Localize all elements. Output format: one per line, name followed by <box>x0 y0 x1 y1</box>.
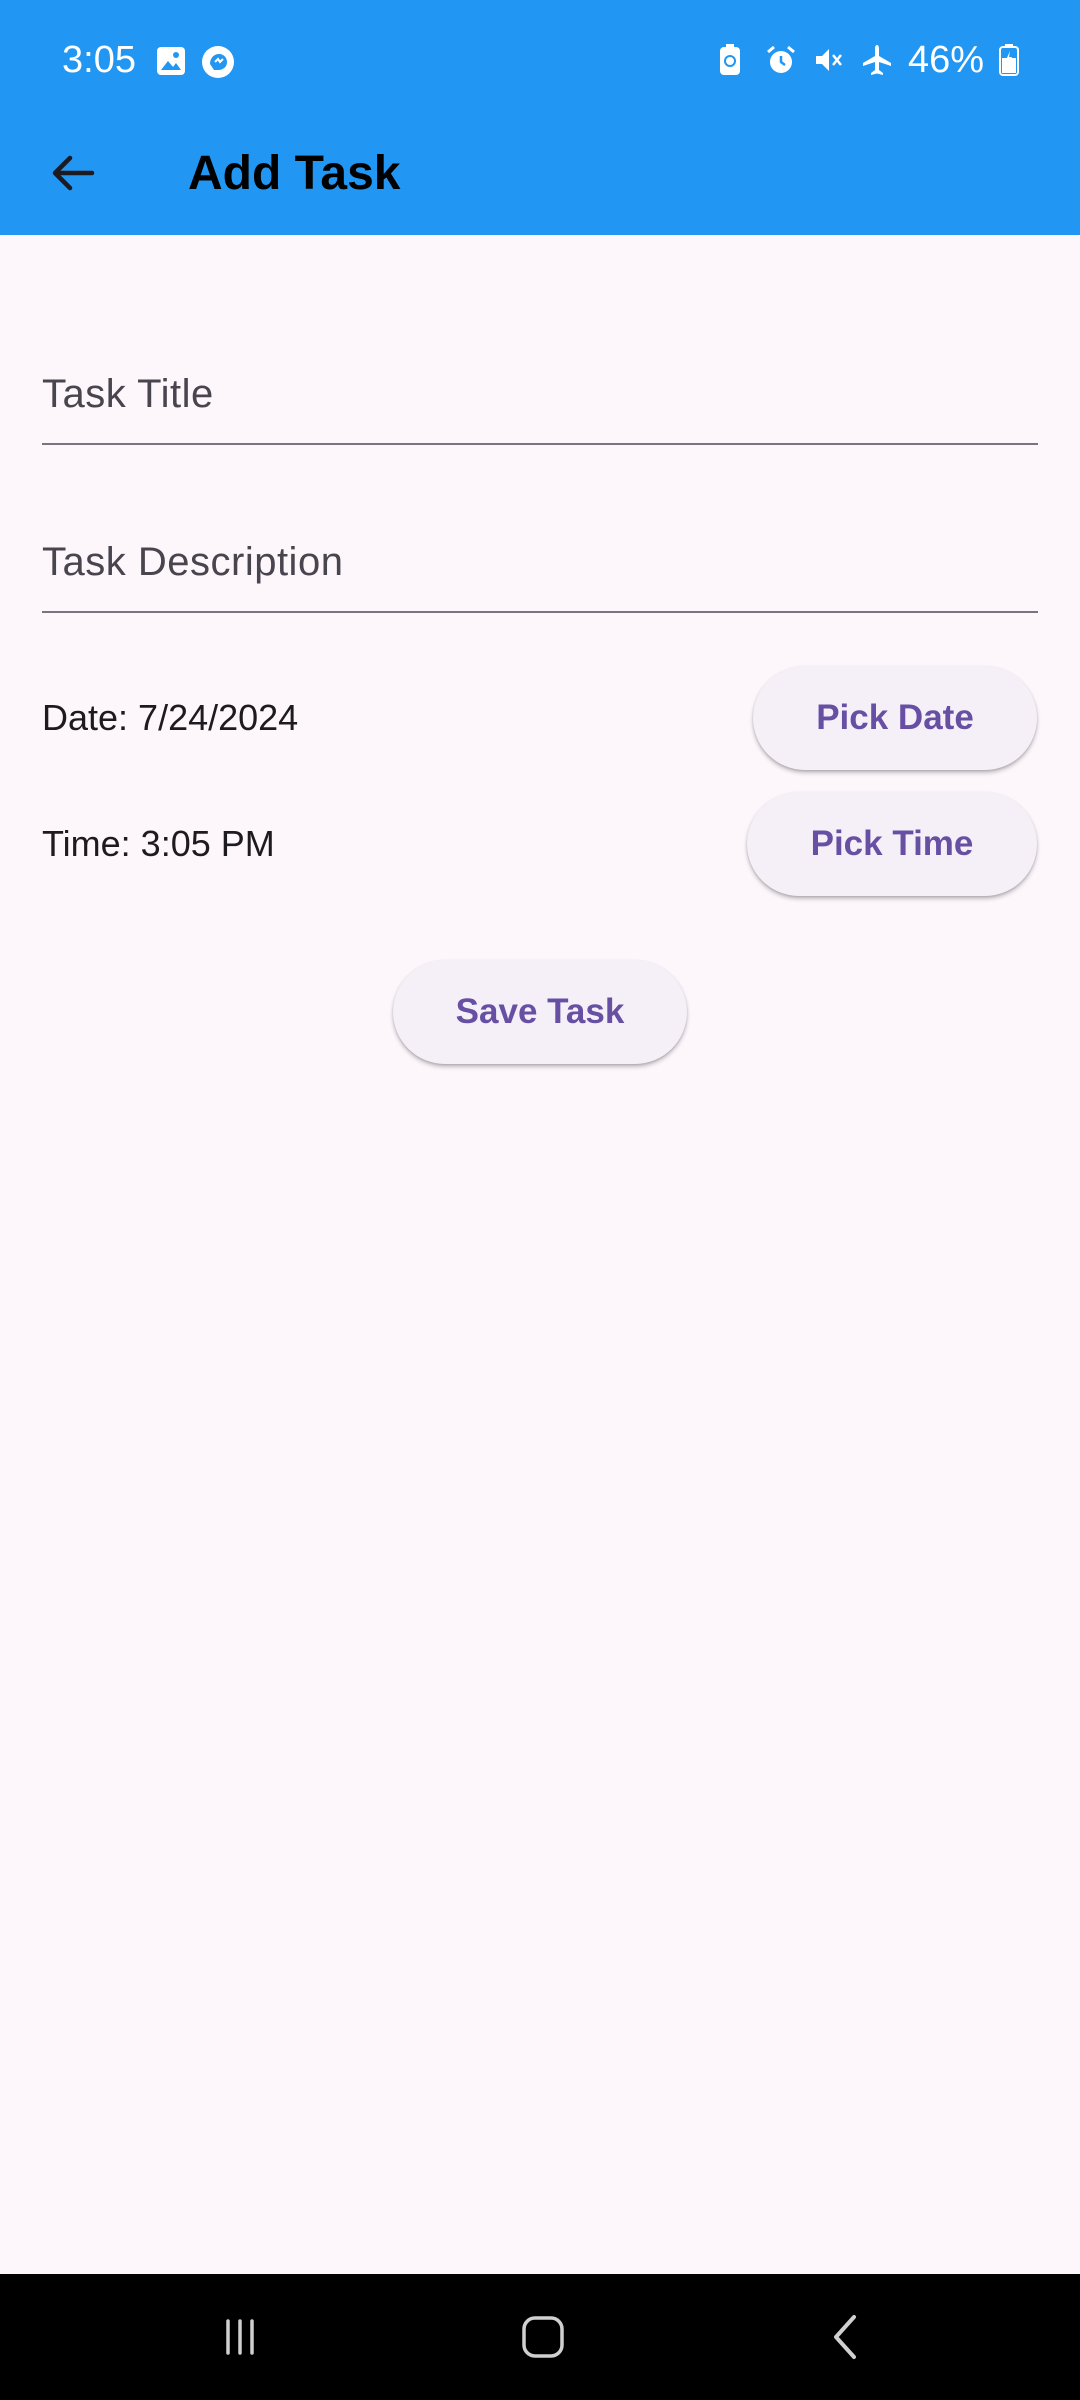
pick-time-button[interactable]: Pick Time <box>747 792 1037 896</box>
arrow-left-icon <box>52 155 95 191</box>
task-title-input[interactable] <box>42 315 1038 443</box>
task-description-field <box>42 483 1038 613</box>
status-time: 3:05 <box>62 39 136 81</box>
messenger-icon <box>200 44 234 78</box>
home-icon <box>522 2316 564 2358</box>
app-screen: 3:05 46% Add Task Task Title Task Descri… <box>0 0 1080 2400</box>
task-description-input[interactable] <box>42 483 1038 611</box>
back-nav-icon <box>834 2315 856 2359</box>
back-nav-button[interactable] <box>806 2304 886 2370</box>
top-bar: 3:05 46% Add Task <box>0 0 1080 235</box>
time-label: Time: 3:05 PM <box>42 823 275 864</box>
date-label: Date: 7/24/2024 <box>42 697 299 738</box>
status-right-icons: 46% <box>716 36 1020 84</box>
recent-apps-button[interactable] <box>200 2304 280 2370</box>
back-button[interactable] <box>38 138 108 208</box>
battery-icon <box>998 43 1020 77</box>
task-title-field <box>42 315 1038 445</box>
gallery-icon <box>154 44 188 78</box>
status-left-icons <box>154 42 234 80</box>
save-task-button[interactable]: Save Task <box>393 960 687 1064</box>
home-button[interactable] <box>503 2304 583 2370</box>
alarm-icon <box>764 43 798 77</box>
system-nav-bar <box>0 2274 1080 2400</box>
airplane-icon <box>860 43 894 77</box>
status-bar: 3:05 46% <box>0 0 1080 120</box>
battery-percentage: 46% <box>907 39 984 81</box>
page-title: Add Task <box>188 147 401 200</box>
pick-date-button[interactable]: Pick Date <box>753 666 1037 770</box>
battery-saver-icon <box>716 43 750 77</box>
mute-icon <box>812 43 846 77</box>
app-bar: Add Task <box>0 120 1080 235</box>
recent-apps-icon <box>226 2319 254 2355</box>
